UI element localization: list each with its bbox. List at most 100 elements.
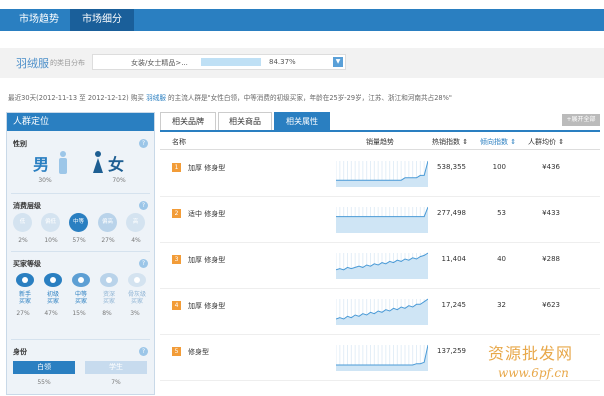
col-trend: 销量趋势 [366, 138, 394, 146]
buyer-middle-percent: 15% [72, 310, 86, 317]
tab-related-attributes[interactable]: 相关属性 [274, 112, 330, 130]
sales-trend-sparkline [336, 298, 428, 325]
tab-market-segment[interactable]: 市场细分 [70, 9, 134, 31]
col-tendency-index[interactable]: 倾向指数 ⇕ [480, 137, 516, 147]
buyer-junior-percent: 47% [44, 310, 58, 317]
buyer-newbie-percent: 27% [16, 310, 30, 317]
row-name: 加厚 修身型 [188, 164, 226, 172]
table-row[interactable]: 3 加厚 修身型 11,404 40 ¥288 [160, 243, 600, 289]
summary-prefix: 最近30天(2012-11-13 至 2012-12-12) 购买 [8, 94, 145, 102]
buyer-veteran-icon[interactable] [127, 272, 147, 288]
row-avg-price: ¥433 [542, 209, 560, 217]
rank-badge: 2 [172, 209, 181, 218]
row-tendency-index: 53 [497, 209, 506, 217]
male-label: 男 [33, 155, 50, 174]
help-icon[interactable]: ? [139, 347, 148, 356]
help-icon[interactable]: ? [139, 259, 148, 268]
spend-level-higher[interactable]: 偏高 [98, 213, 117, 232]
row-avg-price: ¥436 [542, 163, 560, 171]
buyer-middle-label: 中等 买家 [74, 291, 87, 305]
male-percent: 30% [38, 177, 52, 184]
audience-panel-title: 人群定位 [7, 113, 154, 131]
row-name: 加厚 修身型 [188, 256, 226, 264]
identity-student-percent: 7% [111, 379, 121, 386]
watermark-url: www.6pf.cn [498, 366, 569, 380]
divider [11, 193, 150, 194]
spend-higher-percent: 27% [101, 237, 115, 244]
buyer-level-title: 买家等级 [13, 260, 41, 268]
table-row[interactable]: 4 加厚 修身型 17,245 32 ¥623 [160, 289, 600, 335]
row-name: 修身型 [188, 348, 209, 356]
sales-trend-sparkline [336, 160, 428, 187]
spend-level-low[interactable]: 低 [13, 213, 32, 232]
row-hot-index: 538,355 [437, 163, 466, 171]
buyer-veteran-percent: 3% [130, 310, 140, 317]
help-icon[interactable]: ? [139, 139, 148, 148]
buyer-veteran-label: 骨灰级 买家 [127, 291, 146, 305]
row-name: 适中 修身型 [188, 210, 226, 218]
identity-white-collar-percent: 55% [37, 379, 51, 386]
spend-level-high[interactable]: 高 [126, 213, 145, 232]
female-label: 女 [108, 155, 125, 174]
spend-lower-percent: 10% [44, 237, 58, 244]
identity-student-button[interactable]: 学生 [85, 361, 147, 374]
identity-section: 身份 ? 白领 学生 55% 7% [7, 341, 154, 396]
buyer-newbie-icon[interactable] [15, 272, 35, 288]
sales-trend-sparkline [336, 206, 428, 233]
rank-badge: 3 [172, 255, 181, 264]
row-hot-index: 277,498 [437, 209, 466, 217]
rank-badge: 1 [172, 163, 181, 172]
gender-section: 性别 ? 男 30% 女 70% [7, 131, 154, 193]
row-tendency-index: 100 [492, 163, 506, 171]
tab-related-products[interactable]: 相关商品 [218, 112, 272, 130]
help-icon[interactable]: ? [139, 201, 148, 210]
buyer-senior-label: 资深 买家 [102, 291, 115, 305]
row-name: 加厚 修身型 [188, 302, 226, 310]
row-avg-price: ¥623 [542, 301, 560, 309]
buyer-level-section: 买家等级 ? 新手 买家 初级 买家 中等 买家 资深 买家 骨灰级 买家 27% 47%… [7, 253, 154, 337]
summary-suffix: 的主流人群是"女性白领，中等消费的初级买家，年龄在25岁-29岁，江苏、浙江和河… [168, 94, 452, 102]
table-row[interactable]: 2 适中 修身型 277,498 53 ¥433 [160, 197, 600, 243]
expand-all-button[interactable]: +展开全部 [562, 114, 600, 126]
col-hot-index[interactable]: 热销指数 ⇕ [432, 137, 468, 147]
category-share-percent: 84.37% [269, 58, 296, 66]
rank-badge: 5 [172, 347, 181, 356]
female-icon [93, 151, 103, 173]
buyer-junior-icon[interactable] [43, 272, 63, 288]
spend-level-medium[interactable]: 中等 [69, 213, 88, 232]
row-hot-index: 17,245 [441, 301, 467, 309]
table-header: 名称 销量趋势 热销指数 ⇕ 倾向指数 ⇕ 人群均价 ⇕ [160, 132, 600, 150]
identity-white-collar-button[interactable]: 白领 [13, 361, 75, 374]
category-share-bar [201, 58, 261, 66]
col-name: 名称 [172, 138, 186, 146]
watermark-title: 资源批发网 [488, 344, 574, 363]
buyer-senior-icon[interactable] [99, 272, 119, 288]
sales-trend-sparkline [336, 344, 428, 371]
chevron-down-icon[interactable]: ▼ [333, 57, 343, 67]
divider [11, 339, 150, 340]
category-path: 女装/女士精品>... [131, 59, 188, 67]
spend-level-section: 消费层级 ? 低 偏低 中等 偏高 高 2% 10% 57% 27% 4% [7, 195, 154, 251]
tab-related-brands[interactable]: 相关品牌 [160, 112, 216, 130]
col-avg-price[interactable]: 人群均价 ⇕ [528, 137, 564, 147]
row-hot-index: 137,259 [437, 347, 466, 355]
rank-badge: 4 [172, 301, 181, 310]
category-sub-label: 的类目分布 [50, 59, 85, 67]
spend-medium-percent: 57% [72, 237, 86, 244]
spend-low-percent: 2% [18, 237, 28, 244]
category-name: 羽绒服 [16, 57, 49, 70]
summary-category: 羽绒服 [146, 94, 166, 102]
female-percent: 70% [112, 177, 126, 184]
top-nav-bar: 市场趋势 市场细分 [0, 9, 604, 31]
male-icon [59, 151, 67, 174]
row-hot-index: 11,404 [441, 255, 467, 263]
buyer-middle-icon[interactable] [71, 272, 91, 288]
buyer-newbie-label: 新手 买家 [18, 291, 31, 305]
buyer-junior-label: 初级 买家 [46, 291, 59, 305]
spend-level-lower[interactable]: 偏低 [41, 213, 60, 232]
buyer-senior-percent: 8% [102, 310, 112, 317]
table-row[interactable]: 1 加厚 修身型 538,355 100 ¥436 [160, 151, 600, 197]
divider [11, 251, 150, 252]
category-select[interactable]: 女装/女士精品>... 84.37% ▼ [92, 54, 346, 70]
tab-market-trend[interactable]: 市场趋势 [10, 9, 68, 31]
